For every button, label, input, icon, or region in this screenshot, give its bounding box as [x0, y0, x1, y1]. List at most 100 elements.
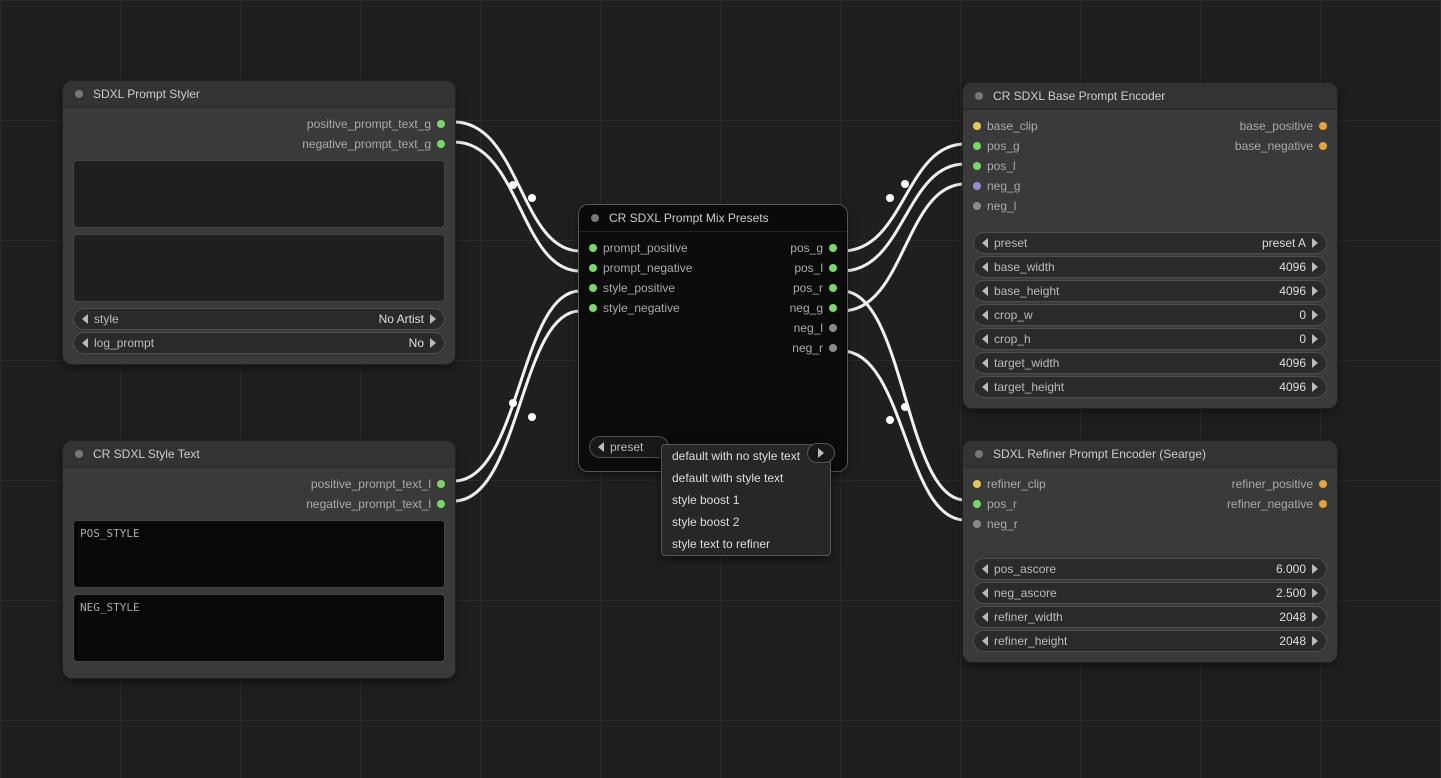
widget-crop_h[interactable]: crop_h0	[973, 328, 1327, 350]
chevron-right-icon[interactable]	[1312, 334, 1318, 344]
negative-prompt-input[interactable]	[73, 234, 445, 302]
chevron-left-icon[interactable]	[982, 334, 988, 344]
port-dot-icon[interactable]	[973, 182, 981, 190]
neg-style-input[interactable]: NEG_STYLE	[73, 594, 445, 662]
port-prompt_negative[interactable]: prompt_negative	[589, 258, 692, 278]
chevron-right-icon[interactable]	[1312, 382, 1318, 392]
port-dot-icon[interactable]	[829, 344, 837, 352]
pos-style-input[interactable]: POS_STYLE	[73, 520, 445, 588]
port-dot-icon[interactable]	[973, 122, 981, 130]
collapse-dot-icon[interactable]	[975, 450, 983, 458]
node-titlebar[interactable]: CR SDXL Prompt Mix Presets	[579, 205, 847, 232]
port-base_positive[interactable]: base_positive	[1240, 116, 1327, 136]
port-refiner_positive[interactable]: refiner_positive	[1232, 474, 1327, 494]
chevron-right-icon[interactable]	[1312, 286, 1318, 296]
node-sdxl-prompt-styler[interactable]: SDXL Prompt Styler positive_prompt_text_…	[62, 80, 456, 365]
chevron-left-icon[interactable]	[982, 238, 988, 248]
chevron-left-icon[interactable]	[982, 310, 988, 320]
collapse-dot-icon[interactable]	[591, 214, 599, 222]
chevron-left-icon[interactable]	[598, 442, 604, 452]
chevron-right-icon[interactable]	[1312, 310, 1318, 320]
node-titlebar[interactable]: SDXL Prompt Styler	[63, 81, 455, 108]
port-pos_r[interactable]: pos_r	[973, 494, 1046, 514]
chevron-left-icon[interactable]	[982, 262, 988, 272]
port-dot-icon[interactable]	[437, 480, 445, 488]
port-dot-icon[interactable]	[973, 202, 981, 210]
port-dot-icon[interactable]	[437, 120, 445, 128]
port-dot-icon[interactable]	[589, 244, 597, 252]
widget-refiner_height[interactable]: refiner_height2048	[973, 630, 1327, 652]
chevron-left-icon[interactable]	[982, 564, 988, 574]
port-refiner_negative[interactable]: refiner_negative	[1227, 494, 1327, 514]
chevron-right-icon[interactable]	[1312, 564, 1318, 574]
widget-base_width[interactable]: base_width4096	[973, 256, 1327, 278]
port-dot-icon[interactable]	[973, 480, 981, 488]
widget-pos_ascore[interactable]: pos_ascore6.000	[973, 558, 1327, 580]
collapse-dot-icon[interactable]	[75, 450, 83, 458]
port-dot-icon[interactable]	[829, 324, 837, 332]
port-dot-icon[interactable]	[437, 500, 445, 508]
node-sdxl-refiner-prompt-encoder[interactable]: SDXL Refiner Prompt Encoder (Searge) ref…	[962, 440, 1338, 663]
node-cr-sdxl-style-text[interactable]: CR SDXL Style Text positive_prompt_text_…	[62, 440, 456, 679]
widget-target_width[interactable]: target_width4096	[973, 352, 1327, 374]
chevron-left-icon[interactable]	[982, 588, 988, 598]
port-negative_prompt_text_g[interactable]: negative_prompt_text_g	[302, 134, 445, 154]
port-neg_l[interactable]: neg_l	[794, 318, 837, 338]
port-base_clip[interactable]: base_clip	[973, 116, 1038, 136]
port-pos_l[interactable]: pos_l	[973, 156, 1038, 176]
port-neg_r[interactable]: neg_r	[973, 514, 1046, 534]
port-dot-icon[interactable]	[437, 140, 445, 148]
chevron-right-icon[interactable]	[430, 314, 436, 324]
chevron-left-icon[interactable]	[982, 286, 988, 296]
port-dot-icon[interactable]	[829, 264, 837, 272]
preset-advance-button[interactable]	[807, 443, 835, 463]
port-dot-icon[interactable]	[973, 500, 981, 508]
chevron-right-icon[interactable]	[1312, 636, 1318, 646]
port-neg_l[interactable]: neg_l	[973, 196, 1038, 216]
port-dot-icon[interactable]	[1319, 480, 1327, 488]
port-positive_prompt_text_l[interactable]: positive_prompt_text_l	[311, 474, 445, 494]
dropdown-option[interactable]: default with no style text	[662, 445, 830, 467]
chevron-right-icon[interactable]	[1312, 262, 1318, 272]
chevron-right-icon[interactable]	[1312, 358, 1318, 368]
port-pos_l[interactable]: pos_l	[794, 258, 837, 278]
preset-widget[interactable]: preset	[589, 436, 669, 458]
dropdown-option[interactable]: style boost 2	[662, 511, 830, 533]
port-dot-icon[interactable]	[1319, 142, 1327, 150]
port-dot-icon[interactable]	[829, 284, 837, 292]
chevron-left-icon[interactable]	[982, 382, 988, 392]
port-dot-icon[interactable]	[973, 520, 981, 528]
collapse-dot-icon[interactable]	[75, 90, 83, 98]
port-neg_r[interactable]: neg_r	[792, 338, 837, 358]
port-negative_prompt_text_l[interactable]: negative_prompt_text_l	[306, 494, 445, 514]
node-titlebar[interactable]: CR SDXL Style Text	[63, 441, 455, 468]
chevron-right-icon[interactable]	[1312, 238, 1318, 248]
port-dot-icon[interactable]	[1319, 500, 1327, 508]
widget-target_height[interactable]: target_height4096	[973, 376, 1327, 398]
port-dot-icon[interactable]	[589, 284, 597, 292]
port-dot-icon[interactable]	[589, 304, 597, 312]
dropdown-option[interactable]: style text to refiner	[662, 533, 830, 555]
port-base_negative[interactable]: base_negative	[1235, 136, 1327, 156]
port-dot-icon[interactable]	[973, 162, 981, 170]
port-pos_r[interactable]: pos_r	[793, 278, 837, 298]
chevron-left-icon[interactable]	[982, 612, 988, 622]
node-titlebar[interactable]: SDXL Refiner Prompt Encoder (Searge)	[963, 441, 1337, 468]
widget-base_height[interactable]: base_height4096	[973, 280, 1327, 302]
chevron-right-icon[interactable]	[430, 338, 436, 348]
widget-preset[interactable]: presetpreset A	[973, 232, 1327, 254]
widget-crop_w[interactable]: crop_w0	[973, 304, 1327, 326]
port-dot-icon[interactable]	[589, 264, 597, 272]
node-cr-sdxl-base-prompt-encoder[interactable]: CR SDXL Base Prompt Encoder base_clippos…	[962, 82, 1338, 409]
chevron-right-icon[interactable]	[1312, 588, 1318, 598]
port-positive_prompt_text_g[interactable]: positive_prompt_text_g	[307, 114, 445, 134]
dropdown-option[interactable]: style boost 1	[662, 489, 830, 511]
positive-prompt-input[interactable]	[73, 160, 445, 228]
node-cr-sdxl-prompt-mix-presets[interactable]: CR SDXL Prompt Mix Presets prompt_positi…	[578, 204, 848, 472]
port-dot-icon[interactable]	[829, 304, 837, 312]
widget-refiner_width[interactable]: refiner_width2048	[973, 606, 1327, 628]
port-prompt_positive[interactable]: prompt_positive	[589, 238, 692, 258]
node-titlebar[interactable]: CR SDXL Base Prompt Encoder	[963, 83, 1337, 110]
chevron-left-icon[interactable]	[982, 636, 988, 646]
dropdown-option[interactable]: default with style text	[662, 467, 830, 489]
